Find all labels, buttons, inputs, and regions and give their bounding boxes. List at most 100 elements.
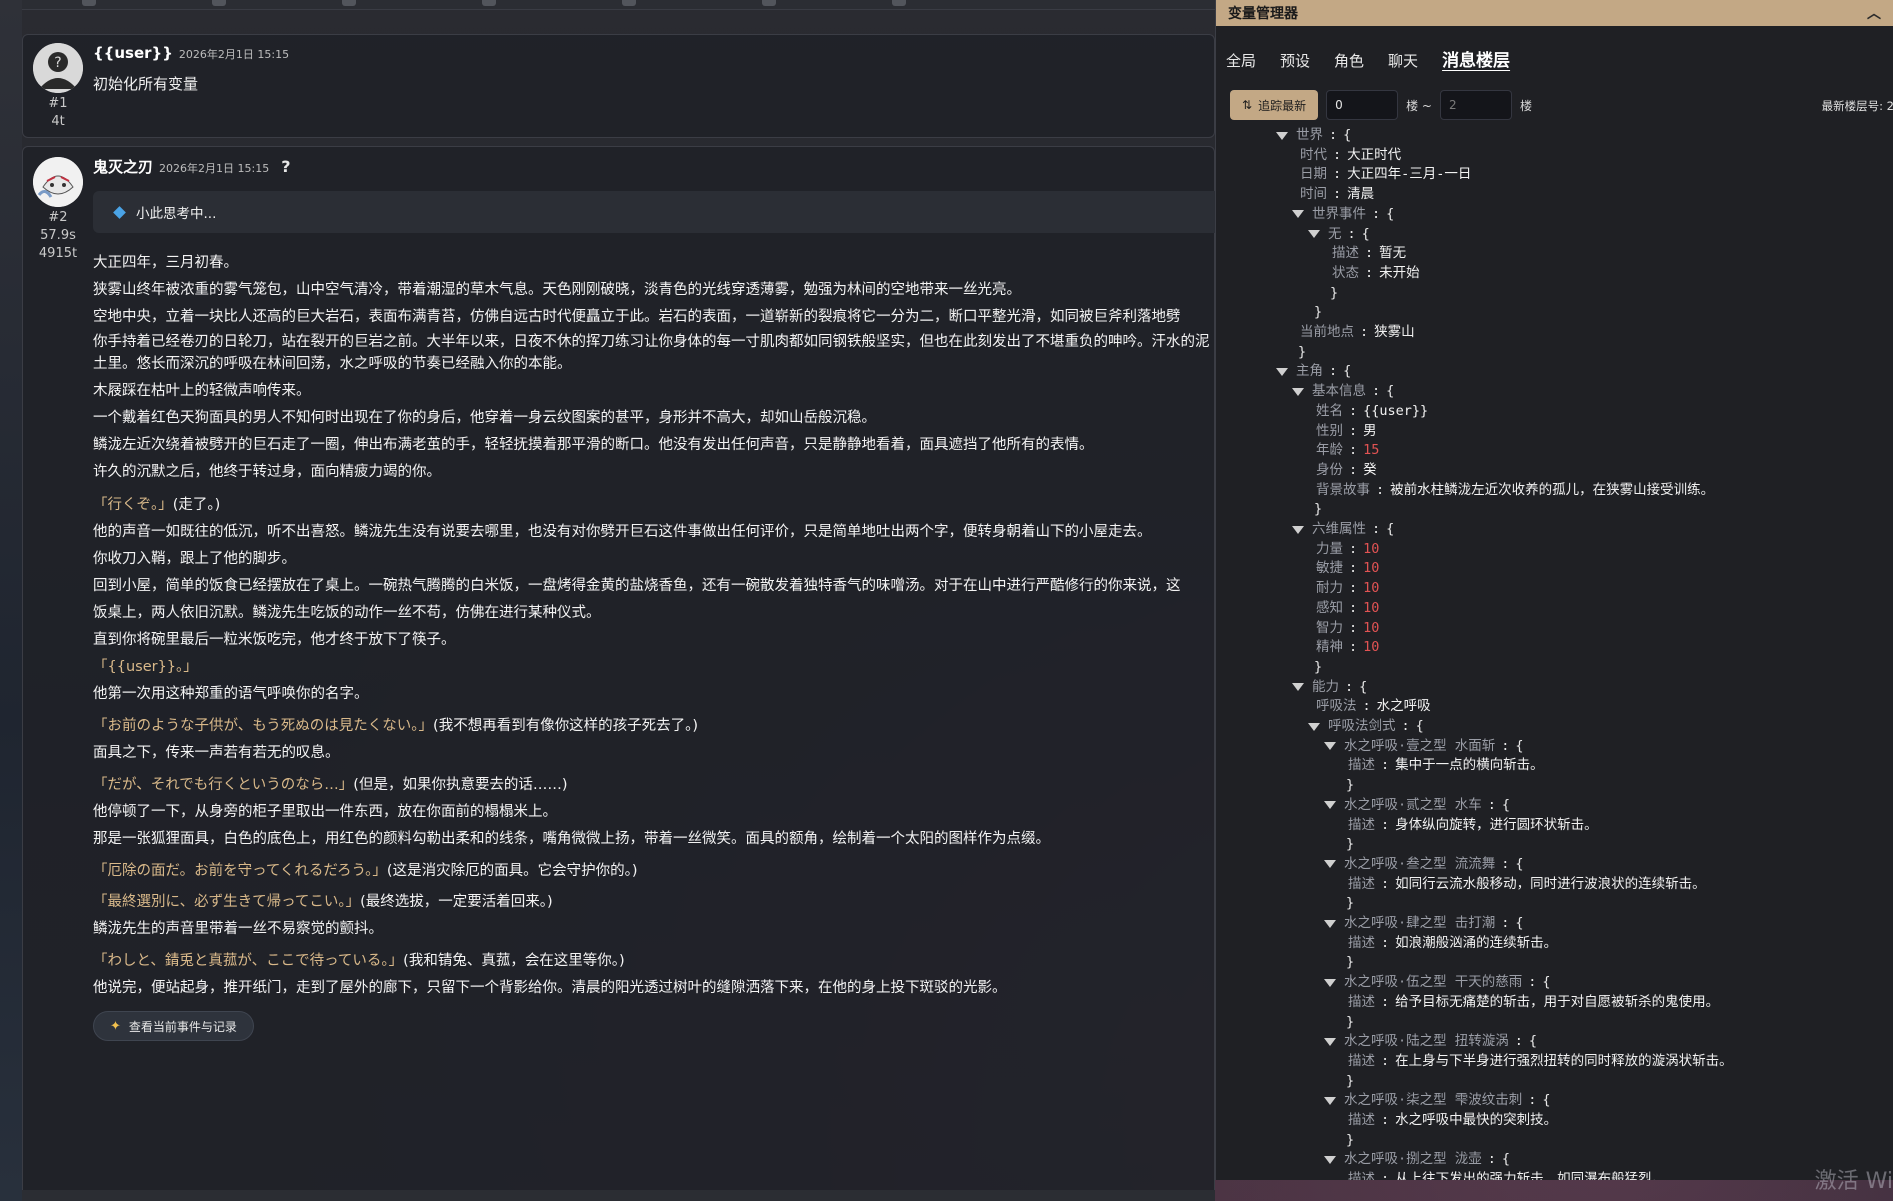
expand-triangle-icon[interactable] [1292, 387, 1304, 396]
tree-node[interactable]: 世界事件: { [1292, 205, 1394, 224]
expand-triangle-icon[interactable] [1324, 742, 1336, 751]
tree-node[interactable]: 水之呼吸·贰之型 水车: { [1324, 796, 1510, 815]
tree-node[interactable]: 水之呼吸·叁之型 流流舞: { [1324, 855, 1524, 874]
message-username: {{user}} [93, 44, 173, 62]
user-avatar[interactable]: ? [33, 43, 83, 93]
tree-key: 敏捷 [1316, 560, 1343, 577]
tree-key: 水之呼吸·壹之型 水面斩 [1344, 737, 1496, 754]
japanese-quote: 「最終選別に、必ず生きて帰ってこい。」(最终选拔，一定要活着回来。) [93, 892, 553, 912]
toolbar-icon[interactable] [82, 0, 96, 6]
paragraph: 大正四年，三月初春。 [93, 255, 238, 271]
paragraph: 许久的沉默之后，他终于转过身，面向精疲力竭的你。 [93, 464, 441, 480]
tree-node[interactable]: 世界: { [1276, 126, 1351, 145]
tree-value: 15 [1363, 442, 1380, 459]
expand-triangle-icon[interactable] [1324, 1096, 1336, 1105]
expand-triangle-icon[interactable] [1276, 131, 1288, 140]
view-events-button[interactable]: ✦ 查看当前事件与记录 [93, 1011, 254, 1041]
paragraph: 他的声音一如既往的低沉，听不出喜怒。鳞泷先生没有说要去哪里，也没有对你劈开巨石这… [93, 524, 1152, 540]
expand-triangle-icon[interactable] [1292, 525, 1304, 534]
tree-brace: { [1343, 127, 1352, 143]
tree-node[interactable]: 水之呼吸·肆之型 击打潮: { [1324, 914, 1524, 933]
tree-colon: : [1528, 1092, 1537, 1109]
character-avatar[interactable] [33, 157, 83, 207]
tree-value: 大正四年-三月-一日 [1347, 166, 1472, 183]
expand-triangle-icon[interactable] [1324, 801, 1336, 810]
tree-node[interactable]: 能力: { [1292, 678, 1367, 697]
help-icon[interactable]: ? [281, 157, 290, 176]
tree-key: 精神 [1316, 639, 1343, 656]
track-latest-button[interactable]: ⇅ 追踪最新 [1230, 90, 1319, 120]
tree-brace: { [1386, 521, 1395, 537]
latest-floor: 最新楼层号: 2 [1821, 99, 1893, 113]
toolbar-icon[interactable] [892, 0, 906, 6]
expand-triangle-icon[interactable] [1276, 367, 1288, 376]
tab-message-floor[interactable]: 消息楼层 [1442, 46, 1510, 71]
expand-triangle-icon[interactable] [1324, 919, 1336, 928]
tab-chat[interactable]: 聊天 [1388, 50, 1418, 71]
tree-key: 背景故事 [1316, 481, 1370, 498]
tree-node[interactable]: 水之呼吸·壹之型 水面斩: { [1324, 737, 1524, 756]
quote-jp: 「だが、それでも行くというのなら…」 [93, 777, 354, 793]
tree-close: } [1346, 776, 1354, 795]
tree-brace: { [1515, 855, 1524, 872]
tree-node[interactable]: 主角: { [1276, 362, 1351, 381]
collapse-chevron-icon[interactable]: ︿ [1867, 3, 1881, 23]
tree-leaf: 姓名: {{user}} [1316, 402, 1428, 421]
tab-preset[interactable]: 预设 [1280, 50, 1310, 71]
message-1: ? #1 4t {{user}} 2026年2月1日 15:15 初始化所有变量 [22, 34, 1215, 138]
expand-triangle-icon[interactable] [1292, 683, 1304, 692]
expand-triangle-icon[interactable] [1324, 978, 1336, 987]
tree-node[interactable]: 水之呼吸·陆之型 扭转漩涡: { [1324, 1032, 1537, 1051]
message-2: #2 57.9s 4915t 鬼灭之刃 2026年2月1日 15:15 ? 小此… [22, 146, 1216, 1201]
tree-brace: { [1515, 915, 1524, 931]
message-header: {{user}} 2026年2月1日 15:15 [93, 44, 289, 64]
quote-translation: (这是消灾除厄的面具。它会守护你的。) [386, 863, 638, 879]
tree-leaf: 力量:10 [1316, 540, 1379, 559]
floor-from-input[interactable] [1326, 90, 1399, 120]
tree-leaf: 年龄:15 [1316, 441, 1379, 460]
expand-triangle-icon[interactable] [1324, 860, 1336, 869]
tree-value: 在上身与下半身进行强烈扭转的同时释放的漩涡状斩击。 [1395, 1052, 1733, 1069]
tree-brace: { [1501, 796, 1511, 813]
paragraph: 木屐踩在枯叶上的轻微声响传来。 [93, 383, 311, 399]
tree-colon: : [1333, 146, 1342, 163]
toolbar-icon[interactable] [622, 0, 636, 6]
tree-value: 水之呼吸中最快的突刺技。 [1395, 1112, 1558, 1128]
track-latest-label: 追踪最新 [1258, 98, 1307, 113]
toolbar-icon[interactable] [482, 0, 496, 6]
expand-triangle-icon[interactable] [1292, 210, 1304, 219]
tree-leaf: 描述: 如浪潮般汹涌的连续斩击。 [1348, 934, 1557, 953]
expand-triangle-icon[interactable] [1324, 1155, 1336, 1164]
expand-triangle-icon[interactable] [1308, 230, 1320, 238]
tree-colon: : [1329, 127, 1338, 143]
tree-node[interactable]: 六维属性: { [1292, 520, 1394, 539]
tree-node[interactable]: 水之呼吸·柒之型 雫波纹击刺: { [1324, 1091, 1551, 1110]
tree-key: 力量 [1316, 540, 1343, 557]
tree-brace: { [1542, 974, 1551, 991]
tree-brace: } [1314, 304, 1323, 321]
tree-key: 描述 [1348, 1112, 1375, 1128]
expand-triangle-icon[interactable] [1324, 1037, 1336, 1046]
japanese-quote: 「{{user}}。」 [93, 659, 198, 675]
tree-node[interactable]: 基本信息: { [1292, 382, 1394, 401]
tree-node[interactable]: 水之呼吸·捌之型 泷壶: { [1324, 1150, 1510, 1169]
tab-global[interactable]: 全局 [1226, 50, 1256, 71]
tree-node[interactable]: 呼吸法剑式: { [1308, 717, 1424, 736]
story-text: 大正四年，三月初春。 狭雾山终年被浓重的雾气笼包，山中空气清冷，带着潮湿的草木气… [93, 243, 1216, 1201]
expand-triangle-icon[interactable] [1308, 722, 1320, 731]
tree-value: 癸 [1363, 461, 1377, 478]
toolbar-icon[interactable] [762, 0, 776, 6]
tree-node[interactable]: 水之呼吸·伍之型 干天的慈雨: { [1324, 973, 1551, 992]
tree-node[interactable]: 无: { [1308, 225, 1370, 244]
tab-character[interactable]: 角色 [1334, 50, 1364, 71]
paragraph: 饭桌上，两人依旧沉默。鳞泷先生吃饭的动作一丝不苟，仿佛在进行某种仪式。 [93, 605, 601, 621]
japanese-quote: 「わしと、錆兎と真菰が、ここで待っている。」(我和锖兔、真菰，会在这里等你。) [93, 951, 625, 971]
toolbar-icon[interactable] [212, 0, 226, 6]
paragraph: 鳞泷左近次绕着被劈开的巨石走了一圈，伸出布满老茧的手，轻轻抚摸着那平滑的断口。他… [93, 437, 1094, 453]
toolbar-icon[interactable] [342, 0, 356, 6]
floor-to-input[interactable] [1439, 90, 1512, 120]
tree-colon: : [1514, 1033, 1523, 1050]
tree-brace: { [1415, 718, 1424, 734]
thinking-block[interactable]: 小此思考中... [93, 191, 1216, 233]
tree-colon: : [1362, 698, 1371, 715]
